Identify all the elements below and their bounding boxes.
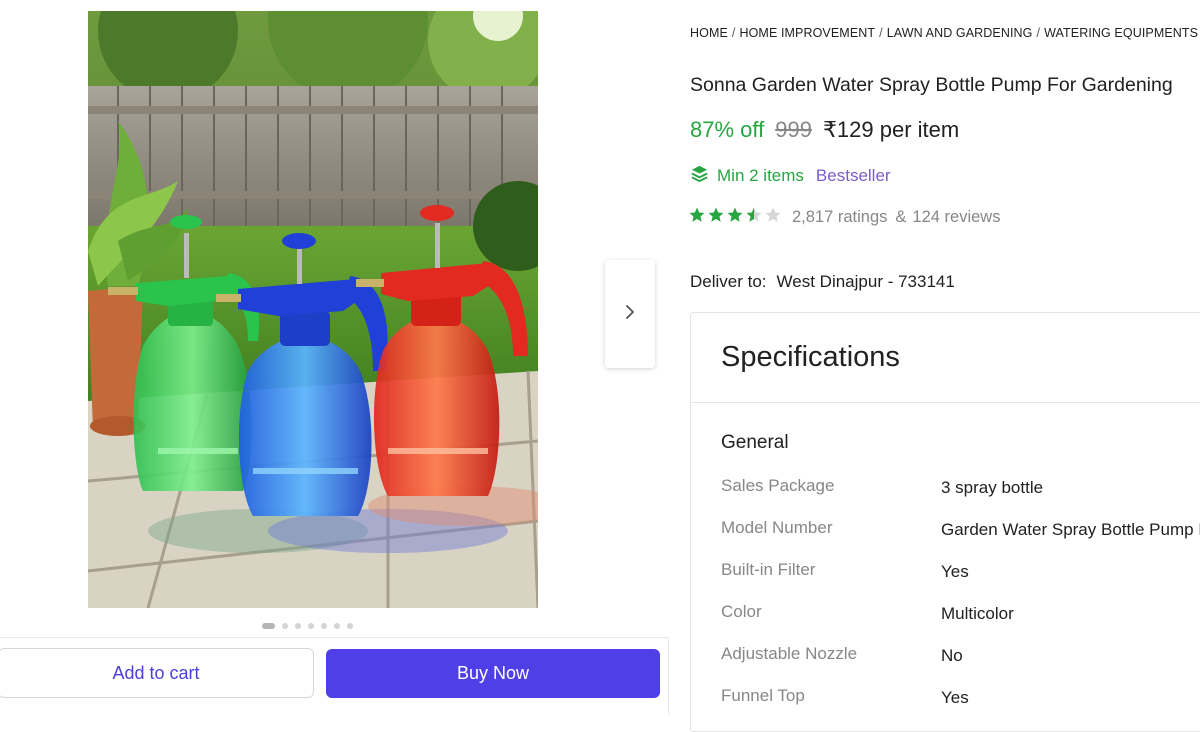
spec-value: 3 spray bottle	[941, 478, 1044, 497]
star-icon	[726, 206, 744, 229]
spec-key: Model Number	[721, 518, 833, 537]
spec-row: Funnel Top Yes	[721, 686, 1200, 716]
spec-key: Built-in Filter	[721, 560, 816, 579]
breadcrumb-item[interactable]: WATERING EQUIPMENTS	[1044, 26, 1198, 40]
next-image-button[interactable]	[605, 260, 655, 368]
spec-row: Sales Package 3 spray bottle	[721, 476, 1200, 506]
spec-row: Adjustable Nozzle No	[721, 644, 1200, 674]
spec-row: Built-in Filter Yes	[721, 560, 1200, 590]
breadcrumb-separator: /	[731, 26, 736, 40]
spec-value: Yes	[941, 688, 969, 707]
spec-value: Garden Water Spray Bottle Pump F	[941, 520, 1200, 539]
discount-percent: 87% off	[690, 117, 765, 142]
breadcrumb-item[interactable]: HOME	[690, 26, 728, 40]
pagination-dot[interactable]	[295, 623, 301, 629]
rating-stars	[688, 206, 782, 229]
spec-row: Color Multicolor	[721, 602, 1200, 632]
ratings-count: 2,817 ratings	[792, 208, 888, 226]
breadcrumb-item[interactable]: LAWN AND GARDENING	[887, 26, 1033, 40]
pagination-dot[interactable]	[308, 623, 314, 629]
mrp-price: 999	[775, 117, 812, 142]
star-icon	[688, 206, 706, 229]
spec-value: Multicolor	[941, 604, 1014, 623]
breadcrumb-separator: /	[1036, 26, 1041, 40]
offer-row: Min 2 items Bestseller	[690, 164, 891, 188]
min-items-label: Min 2 items	[717, 166, 804, 185]
price-row: 87% off 999 ₹129 per item	[690, 117, 959, 143]
star-icon	[745, 206, 763, 229]
star-icon	[764, 206, 782, 229]
rating-row[interactable]: 2,817 ratings & 124 reviews	[688, 206, 1000, 229]
layers-icon	[690, 164, 709, 188]
spec-value: Yes	[941, 562, 969, 581]
spec-key: Adjustable Nozzle	[721, 644, 858, 663]
product-image[interactable]	[88, 11, 538, 608]
pagination-dot[interactable]	[334, 623, 340, 629]
deliver-to-label: Deliver to:	[690, 272, 767, 291]
spec-group-title: General	[721, 432, 789, 453]
pagination-dot[interactable]	[321, 623, 327, 629]
pagination-dot[interactable]	[262, 623, 275, 629]
specifications-title: Specifications	[721, 341, 900, 373]
spec-key: Color	[721, 602, 762, 621]
pagination-dot[interactable]	[347, 623, 353, 629]
chevron-right-icon	[624, 303, 636, 326]
product-title: Sonna Garden Water Spray Bottle Pump For…	[690, 74, 1173, 96]
image-pagination-dots	[262, 622, 353, 630]
bestseller-badge: Bestseller	[815, 166, 891, 185]
specifications-header: Specifications	[691, 313, 1200, 403]
spec-key: Sales Package	[721, 476, 835, 495]
reviews-count: 124 reviews	[912, 208, 1001, 226]
buy-now-button[interactable]: Buy Now	[326, 649, 660, 698]
breadcrumb-separator: /	[879, 26, 883, 40]
ratings-separator: &	[895, 208, 907, 226]
spec-key: Funnel Top	[721, 686, 805, 705]
delivery-location[interactable]: Deliver to: West Dinajpur - 733141	[690, 272, 955, 292]
breadcrumb-item[interactable]: HOME IMPROVEMENT	[739, 26, 875, 40]
product-photo	[88, 11, 538, 608]
pagination-dot[interactable]	[282, 623, 288, 629]
spec-row: Model Number Garden Water Spray Bottle Pu…	[721, 518, 1200, 548]
selling-price: ₹129 per item	[822, 117, 960, 142]
breadcrumb: HOME / HOME IMPROVEMENT / LAWN AND GARDENING…	[690, 26, 1200, 40]
star-icon	[707, 206, 725, 229]
spec-value: No	[941, 646, 963, 665]
add-to-cart-button[interactable]: Add to cart	[0, 648, 314, 698]
specifications-card: Specifications General Sales Package 3 sp…	[690, 312, 1200, 732]
deliver-location: West Dinajpur - 733141	[776, 272, 955, 291]
